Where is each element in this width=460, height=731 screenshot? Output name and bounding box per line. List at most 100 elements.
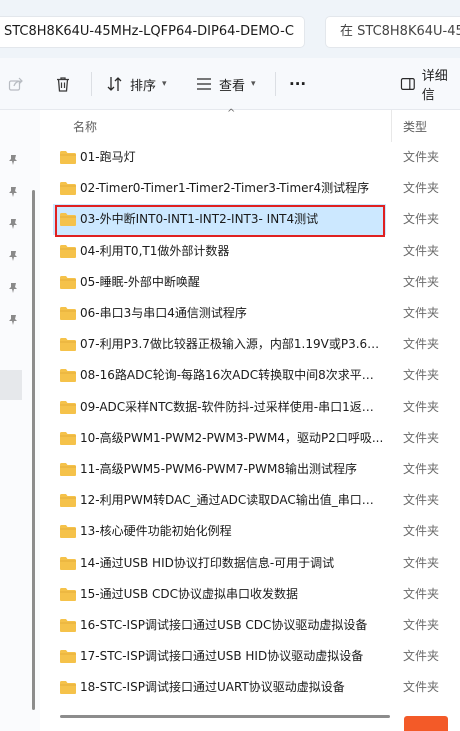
sort-icon [107,77,122,91]
folder-icon [60,338,76,352]
nav-selected-item[interactable] [0,370,22,400]
horizontal-scrollbar[interactable] [60,715,390,718]
folder-icon [60,369,76,383]
list-item[interactable]: 12-利用PWM转DAC_通过ADC读取DAC输出值_串口设... 文件夹 [41,485,460,516]
trash-icon [57,77,69,92]
logo-badge [404,716,448,731]
file-name: 14-通过USB HID协议打印数据信息-可用于调试 [80,555,335,570]
folder-icon [60,400,76,414]
folder-icon [60,587,76,601]
file-name: 06-串口3与串口4通信测试程序 [80,306,247,320]
column-header-type[interactable]: 类型 [403,118,427,135]
navigation-pane [0,110,40,731]
details-pane-icon [400,78,415,90]
file-name: 15-通过USB CDC协议虚拟串口收发数据 [80,586,299,601]
file-name: 07-利用P3.7做比较器正极输入源，内部1.19V或P3.6口... [80,337,384,352]
list-item[interactable]: 01-跑马灯 文件夹 [41,142,460,173]
file-type: 文件夹 [403,555,440,570]
pin-icon[interactable] [7,154,19,166]
folder-icon [60,650,76,664]
folder-icon [60,182,76,196]
sort-label: 排序 [130,78,157,94]
toolbar-separator [91,72,92,96]
list-item[interactable]: 11-高级PWM5-PWM6-PWM7-PWM8输出测试程序 文件夹 [41,454,460,485]
file-type: 文件夹 [403,462,440,476]
list-item[interactable]: 06-串口3与串口4通信测试程序 文件夹 [41,298,460,329]
folder-icon [60,681,76,695]
file-name: 01-跑马灯 [80,150,136,164]
pin-icon[interactable] [7,218,19,230]
file-type: 文件夹 [403,337,440,352]
file-type: 文件夹 [403,243,440,258]
file-name: 12-利用PWM转DAC_通过ADC读取DAC输出值_串口设... [80,493,384,508]
more-options-button[interactable]: ··· [289,58,306,110]
file-type: 文件夹 [403,212,440,227]
list-item[interactable]: 15-通过USB CDC协议虚拟串口收发数据 文件夹 [41,579,460,610]
share-button[interactable] [8,58,24,110]
file-name: 18-STC-ISP调试接口通过UART协议驱动虚拟设备 [80,680,345,695]
file-type: 文件夹 [403,181,440,196]
list-item[interactable]: 10-高级PWM1-PWM2-PWM3-PWM4，驱动P2口呼吸... 文件夹 [41,423,460,454]
column-header-name[interactable]: 名称 [73,118,97,135]
more-icon: ··· [289,75,307,93]
list-item[interactable]: 17-STC-ISP调试接口通过USB HID协议驱动虚拟设备 文件夹 [41,641,460,672]
list-item[interactable]: 07-利用P3.7做比较器正极输入源，内部1.19V或P3.6口... 文件夹 [41,329,460,360]
chevron-down-icon: ▾ [251,79,256,89]
toolbar-separator [275,72,276,96]
folder-icon [60,556,76,570]
list-item[interactable]: 04-利用T0,T1做外部计数器 文件夹 [41,236,460,267]
file-name: 09-ADC采样NTC数据-软件防抖-过采样使用-串口1返回... [80,399,384,414]
file-type: 文件夹 [403,618,440,632]
list-item[interactable]: 05-睡眠-外部中断唤醒 文件夹 [41,267,460,298]
address-path-input[interactable]: STC8H8K64U-45MHz-LQFP64-DIP64-DEMO-C [0,16,305,48]
highlight-annotation [55,205,385,237]
pin-icon[interactable] [7,250,19,262]
file-type: 文件夹 [403,493,440,508]
list-item[interactable]: 13-核心硬件功能初始化例程 文件夹 [41,516,460,547]
view-list-icon [197,78,211,90]
list-item[interactable]: 14-通过USB HID协议打印数据信息-可用于调试 文件夹 [41,548,460,579]
list-item[interactable]: 08-16路ADC轮询-每路16次ADC转换取中间8次求平均... 文件夹 [41,360,460,391]
column-separator[interactable] [391,110,392,142]
folder-icon [60,525,76,539]
list-item[interactable]: 16-STC-ISP调试接口通过USB CDC协议驱动虚拟设备 文件夹 [41,610,460,641]
search-input[interactable]: 在 STC8H8K64U-45 [325,16,460,48]
file-type: 文件夹 [403,524,440,539]
folder-icon [60,151,76,164]
nav-scrollbar[interactable] [32,190,35,710]
file-name: 17-STC-ISP调试接口通过USB HID协议驱动虚拟设备 [80,649,364,664]
file-name: 10-高级PWM1-PWM2-PWM3-PWM4，驱动P2口呼吸... [80,430,384,445]
sort-button[interactable]: 排序 ▾ [106,58,167,110]
file-type: 文件夹 [403,680,440,695]
delete-button[interactable] [54,58,72,110]
file-type: 文件夹 [403,368,440,383]
view-label: 查看 [219,78,246,94]
file-name: 02-Timer0-Timer1-Timer2-Timer3-Timer4测试程… [80,181,370,196]
folder-icon [60,494,76,508]
details-pane-button[interactable]: 详细信 [400,58,460,110]
details-label: 详细信 [421,69,448,103]
file-name: 13-核心硬件功能初始化例程 [80,524,232,539]
share-icon [8,77,23,91]
file-type: 文件夹 [403,306,440,320]
address-bar-area: STC8H8K64U-45MHz-LQFP64-DIP64-DEMO-C 在 S… [0,0,460,58]
list-item[interactable]: 18-STC-ISP调试接口通过UART协议驱动虚拟设备 文件夹 [41,672,460,703]
folder-icon [60,463,76,476]
view-button[interactable]: 查看 ▾ [195,58,256,110]
file-type: 文件夹 [403,150,440,164]
list-item[interactable]: 02-Timer0-Timer1-Timer2-Timer3-Timer4测试程… [41,173,460,204]
folder-icon [60,431,76,445]
file-type: 文件夹 [403,274,440,289]
list-item[interactable]: 09-ADC采样NTC数据-软件防抖-过采样使用-串口1返回... 文件夹 [41,392,460,423]
pin-icon[interactable] [7,314,19,326]
file-type: 文件夹 [403,586,440,601]
pin-icon[interactable] [7,186,19,198]
folder-icon [60,307,76,320]
pin-icon[interactable] [7,282,19,294]
folder-icon [60,619,76,632]
file-type: 文件夹 [403,649,440,664]
file-name: 08-16路ADC轮询-每路16次ADC转换取中间8次求平均... [80,368,384,383]
file-type: 文件夹 [403,430,440,445]
chevron-down-icon: ▾ [162,79,167,89]
file-name: 11-高级PWM5-PWM6-PWM7-PWM8输出测试程序 [80,462,357,476]
